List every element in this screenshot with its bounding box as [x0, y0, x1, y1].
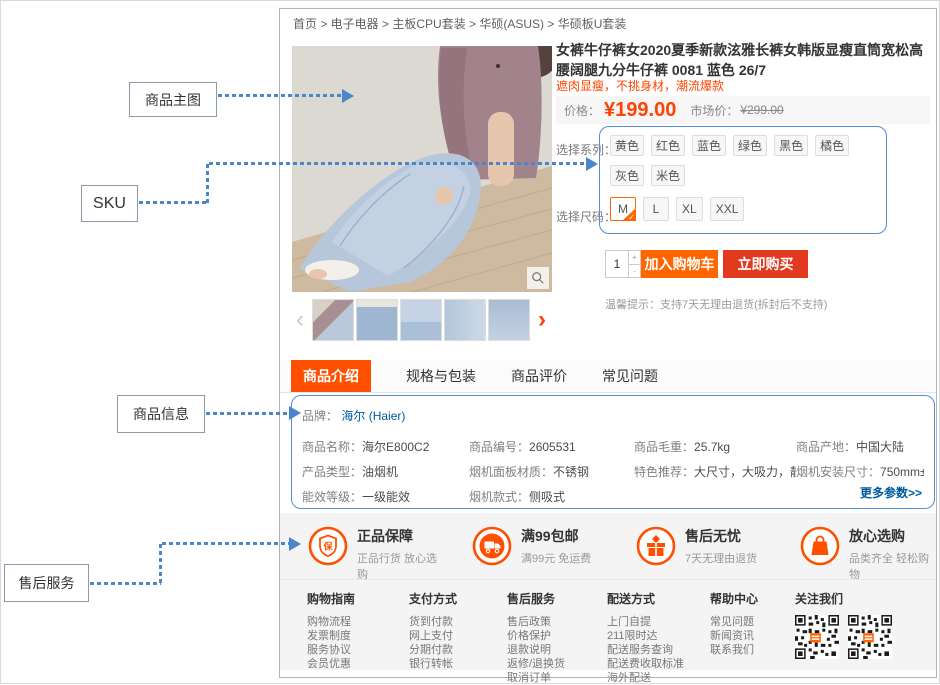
callout-sku: SKU — [81, 185, 138, 222]
gift-box-icon — [636, 526, 676, 566]
color-option-green[interactable]: 绿色 — [733, 135, 767, 156]
promo-text: 遮肉显瘦，不挑身材，潮流爆款 — [556, 77, 724, 94]
product-title: 女裤牛仔裤女2020夏季新款泫雅长裤女韩版显瘦直筒宽松高腰阔腿九分牛仔裤 008… — [556, 40, 932, 80]
service-free-shipping: 满99包邮 满99元 免运费 — [444, 513, 608, 579]
more-params-link[interactable]: 更多参数>> — [860, 484, 922, 501]
quantity-decrease-button[interactable]: - — [629, 265, 640, 278]
svg-text:保: 保 — [322, 541, 333, 552]
price-label: 价格： — [564, 102, 600, 119]
callout-product-info-label: 商品信息 — [133, 404, 189, 424]
market-price-label: 市场价： — [690, 102, 738, 119]
callout-main-image: 商品主图 — [129, 82, 217, 117]
size-option-xl[interactable]: XL — [676, 197, 703, 221]
arrow-line-sku-2 — [206, 164, 209, 204]
product-attributes-grid: 商品名称：海尔E800C2 商品编号：2605531 商品毛重：25.7kg 商… — [302, 438, 924, 505]
color-option-red[interactable]: 红色 — [651, 135, 685, 156]
detail-tab-strip: 商品介绍 规格与包装 商品评价 常见问题 — [280, 360, 936, 393]
thumbnail-2[interactable] — [356, 299, 398, 341]
shield-bao-icon: 保 — [308, 526, 348, 566]
quantity-increase-button[interactable]: + — [629, 251, 640, 265]
color-option-blue[interactable]: 蓝色 — [692, 135, 726, 156]
buy-now-button[interactable]: 立即购买 — [723, 250, 808, 278]
color-option-black[interactable]: 黑色 — [774, 135, 808, 156]
price-value: ¥199.00 — [604, 99, 676, 122]
model-photo-illustration — [292, 46, 552, 292]
color-option-gray[interactable]: 灰色 — [610, 165, 644, 186]
brand-link[interactable]: 海尔 (Haier) — [341, 409, 405, 423]
arrow-line-main-image — [218, 94, 342, 97]
tab-faq[interactable]: 常见问题 — [602, 360, 658, 392]
market-price-value: ¥299.00 — [740, 103, 783, 117]
quantity-input[interactable] — [606, 251, 628, 277]
arrow-head-info-icon — [289, 406, 301, 420]
arrow-line-aftersale-1 — [90, 582, 161, 585]
callout-sku-label: SKU — [93, 195, 126, 213]
arrow-head-main-image-icon — [342, 89, 354, 103]
callout-after-sales-label: 售后服务 — [19, 573, 75, 593]
product-info-box: 品牌： 海尔 (Haier) 商品名称：海尔E800C2 商品编号：260553… — [291, 395, 935, 509]
footer-col-help-center: 帮助中心 常见问题 新闻资讯 联系我们 — [710, 590, 795, 685]
arrow-head-sku-icon — [586, 157, 598, 171]
quantity-stepper: + - — [605, 250, 641, 278]
product-main-image[interactable] — [292, 46, 552, 292]
annotated-screenshot-canvas: 商品主图 SKU 商品信息 售后服务 首页 > 电子电器 > 主板CPU套装 >… — [0, 0, 940, 684]
arrow-line-sku-1 — [139, 201, 208, 204]
price-strip: 价格： ¥199.00 市场价： ¥299.00 — [556, 96, 930, 124]
arrow-line-aftersale-3 — [162, 542, 289, 545]
brand-label: 品牌： — [302, 409, 338, 423]
service-easy-shopping: 放心选购 品类齐全 轻松购物 — [772, 513, 936, 579]
callout-main-image-label: 商品主图 — [145, 90, 201, 110]
qr-code-wechat — [795, 615, 839, 659]
arrow-line-sku-3 — [209, 162, 586, 165]
service-authentic: 保 正品保障 正品行货 放心选购 — [280, 513, 444, 579]
service-after-sales: 售后无忧 7天无理由退货 — [608, 513, 772, 579]
footer-links: 购物指南 购物流程 发票制度 服务协议 会员优惠 支付方式 货到付款 网上支付 … — [280, 580, 936, 685]
truck-icon — [472, 526, 512, 566]
qr-code-weibo — [848, 615, 892, 659]
arrow-line-aftersale-2 — [159, 544, 162, 584]
selected-check-icon: ✓ — [628, 213, 635, 222]
size-option-m[interactable]: M ✓ — [610, 197, 636, 221]
shopping-bag-icon — [800, 526, 840, 566]
thumbnail-1[interactable] — [312, 299, 354, 341]
gallery-prev-button[interactable]: ‹ — [292, 300, 308, 340]
arrow-head-aftersale-icon — [289, 537, 301, 551]
thumbnail-strip: ‹ › — [292, 297, 552, 343]
return-policy-notice: 温馨提示：支持7天无理由退货(拆封后不支持) — [605, 296, 827, 312]
tab-reviews[interactable]: 商品评价 — [511, 360, 567, 392]
color-option-yellow[interactable]: 黄色 — [610, 135, 644, 156]
footer-col-follow-us: 关注我们 — [795, 590, 892, 685]
arrow-line-info — [206, 412, 289, 415]
footer-col-delivery: 配送方式 上门自提 211限时达 配送服务查询 配送费收取标准 海外配送 — [607, 590, 710, 685]
bottom-region: 保 正品保障 正品行货 放心选购 — [280, 513, 936, 670]
tab-product-intro[interactable]: 商品介绍 — [291, 360, 371, 392]
thumbnail-3[interactable] — [400, 299, 442, 341]
callout-after-sales: 售后服务 — [4, 564, 89, 602]
breadcrumb[interactable]: 首页 > 电子电器 > 主板CPU套装 > 华硕(ASUS) > 华硕板U套装 — [293, 15, 626, 32]
sku-selection-box: 黄色 红色 蓝色 绿色 黑色 橘色 灰色 米色 M ✓ L XL XXL — [599, 126, 887, 234]
color-option-orange[interactable]: 橘色 — [815, 135, 849, 156]
size-option-l[interactable]: L — [643, 197, 669, 221]
size-option-xxl[interactable]: XXL — [710, 197, 745, 221]
zoom-magnifier-icon[interactable] — [527, 267, 549, 289]
footer-col-after-sales: 售后服务 售后政策 价格保护 退款说明 返修/退换货 取消订单 — [507, 590, 607, 685]
service-guarantee-strip: 保 正品保障 正品行货 放心选购 — [280, 513, 936, 580]
product-page-panel: 首页 > 电子电器 > 主板CPU套装 > 华硕(ASUS) > 华硕板U套装 — [279, 8, 937, 678]
thumbnail-5[interactable] — [488, 299, 530, 341]
callout-product-info: 商品信息 — [117, 395, 205, 433]
thumbnail-4[interactable] — [444, 299, 486, 341]
gallery-next-button[interactable]: › — [534, 300, 550, 340]
footer-col-payment: 支付方式 货到付款 网上支付 分期付款 银行转帐 — [409, 590, 507, 685]
add-to-cart-button[interactable]: 加入购物车 — [641, 250, 718, 278]
color-option-beige[interactable]: 米色 — [651, 165, 685, 186]
tab-spec-package[interactable]: 规格与包装 — [406, 360, 476, 392]
footer-col-shopping-guide: 购物指南 购物流程 发票制度 服务协议 会员优惠 — [307, 590, 409, 685]
